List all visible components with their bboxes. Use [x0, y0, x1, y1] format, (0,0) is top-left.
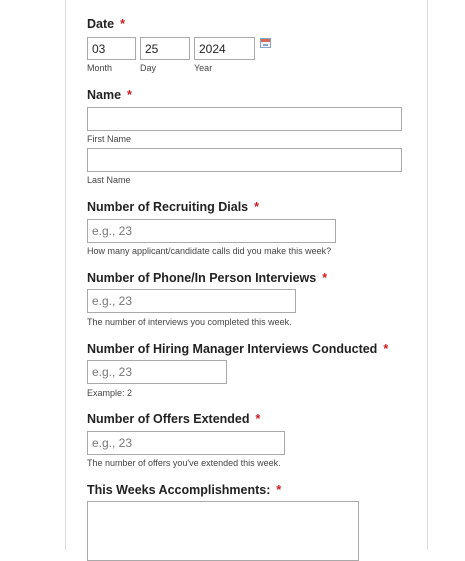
offers-input[interactable] [87, 431, 285, 455]
interviews-help: The number of interviews you completed t… [87, 317, 292, 327]
hiring-manager-input[interactable] [87, 360, 227, 384]
required-mark: * [276, 483, 282, 497]
recruiting-dials-help: How many applicant/candidate calls did y… [87, 246, 332, 256]
required-mark: * [383, 342, 389, 356]
required-mark: * [127, 88, 132, 102]
first-name-sublabel: First Name [87, 134, 132, 144]
year-input[interactable] [194, 37, 255, 60]
required-mark: * [255, 412, 261, 426]
accomplishments-textarea[interactable] [87, 501, 359, 561]
date-label: Date * [87, 17, 125, 31]
hiring-manager-help: Example: 2 [87, 388, 133, 398]
offers-help: The number of offers you've extended thi… [87, 458, 281, 468]
year-sublabel: Year [194, 63, 213, 73]
required-mark: * [254, 200, 260, 214]
day-sublabel: Day [140, 63, 157, 73]
interviews-label: Number of Phone/In Person Interviews * [87, 271, 328, 285]
month-sublabel: Month [87, 63, 113, 73]
calendar-icon[interactable] [260, 38, 271, 48]
first-name-input[interactable] [87, 107, 402, 131]
interviews-input[interactable] [87, 289, 296, 313]
recruiting-dials-input[interactable] [87, 219, 336, 243]
last-name-sublabel: Last Name [87, 175, 131, 185]
accomplishments-label: This Weeks Accomplishments: * [87, 483, 282, 497]
hiring-manager-label: Number of Hiring Manager Interviews Cond… [87, 342, 389, 356]
recruiting-dials-label: Number of Recruiting Dials * [87, 200, 260, 214]
required-mark: * [120, 17, 125, 31]
day-input[interactable] [140, 37, 190, 60]
required-mark: * [322, 271, 328, 285]
offers-label: Number of Offers Extended * [87, 412, 261, 426]
last-name-input[interactable] [87, 148, 402, 172]
month-input[interactable] [87, 37, 136, 60]
name-label: Name * [87, 88, 132, 102]
